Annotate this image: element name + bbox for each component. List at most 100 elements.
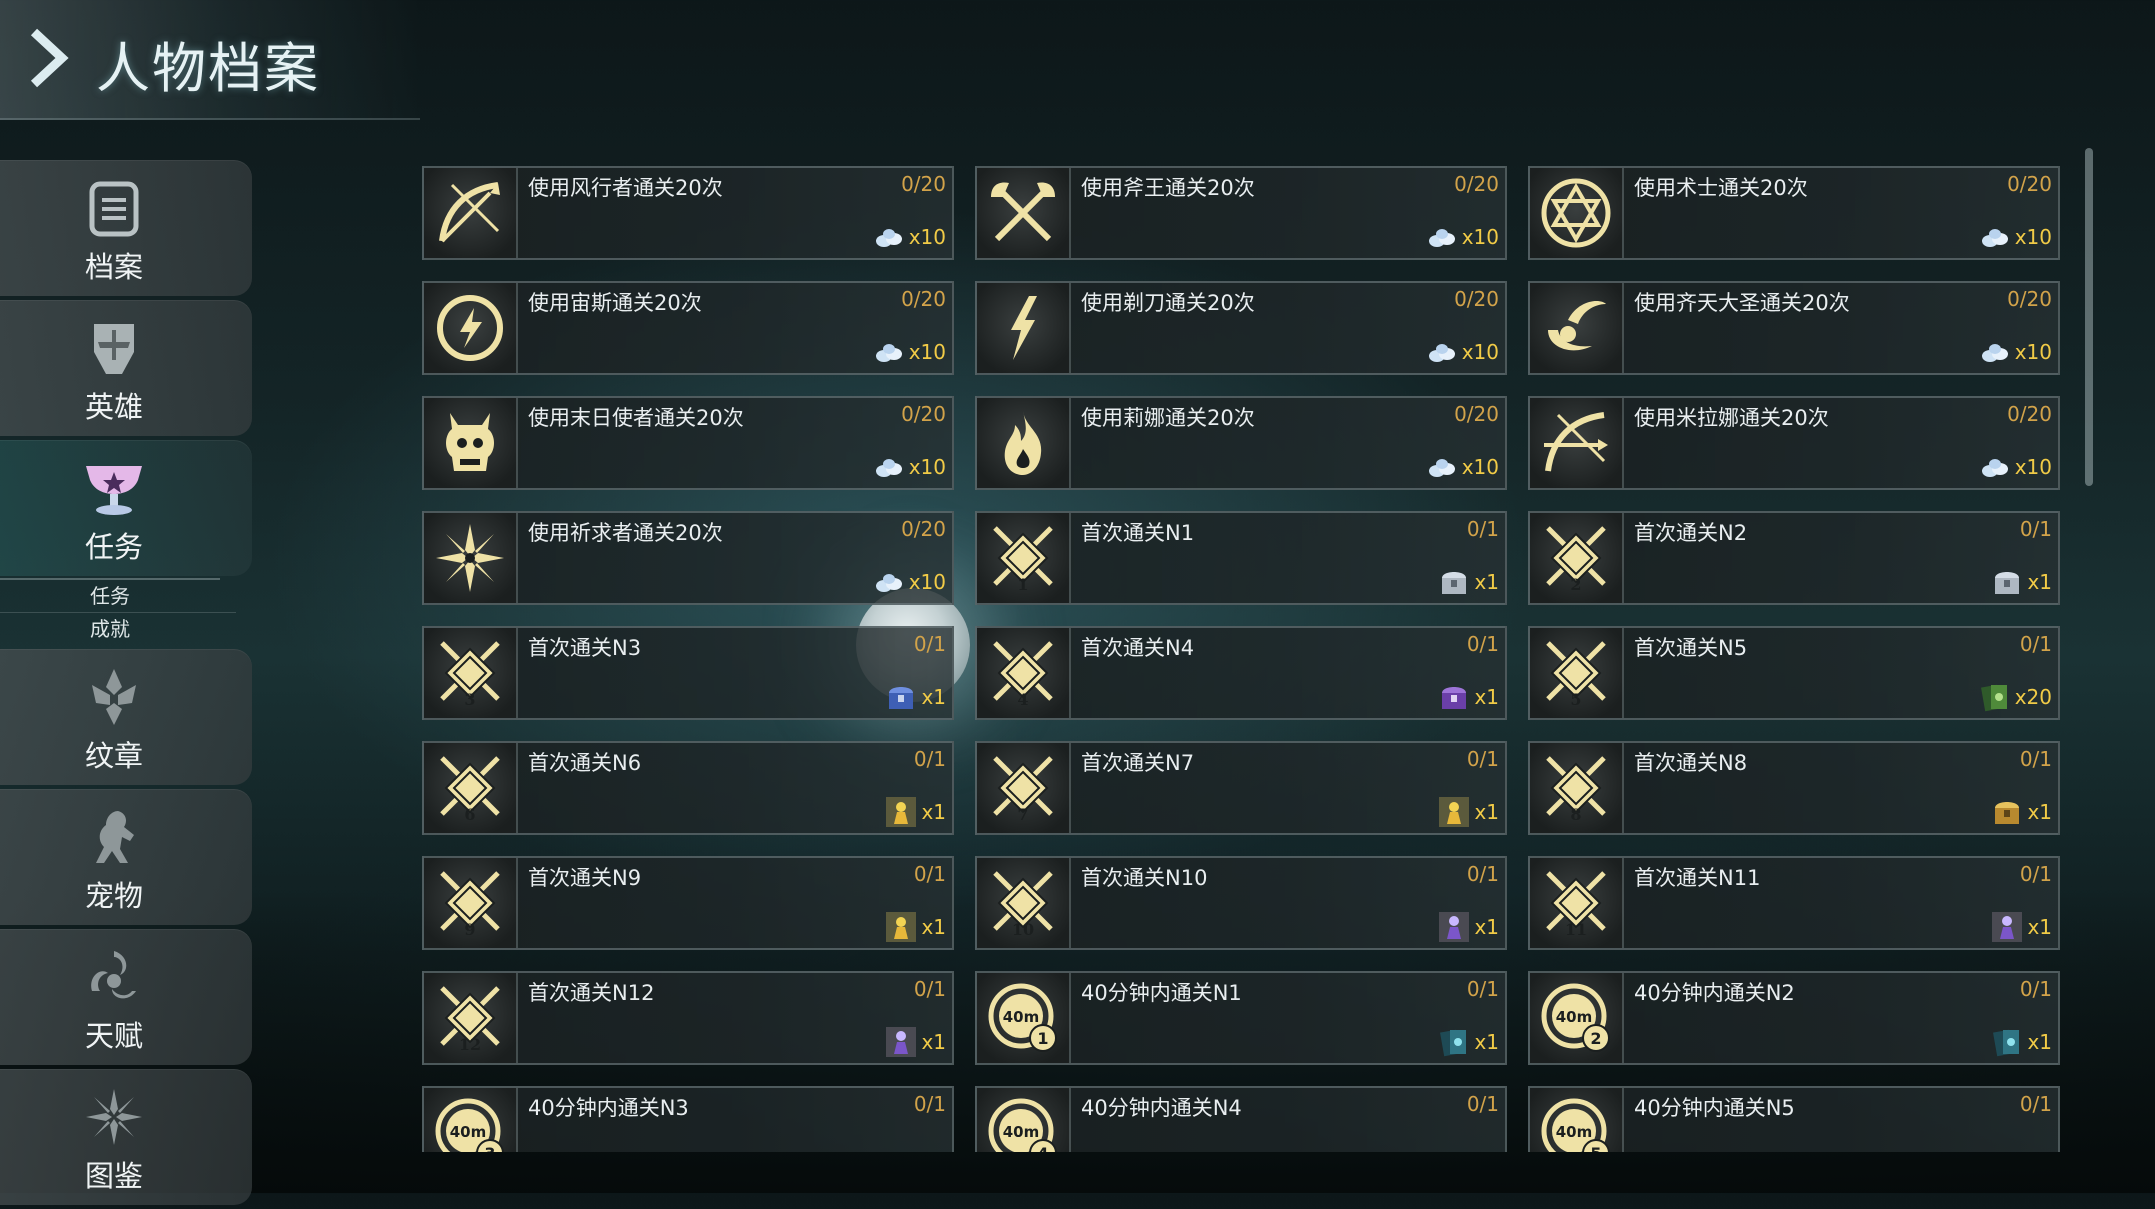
task-card[interactable]: 12 首次通关N12 0/1 x1 (422, 971, 954, 1065)
task-title: 首次通关N9 (528, 866, 642, 890)
task-progress: 0/1 (1466, 1092, 1499, 1116)
task-card[interactable]: 11 首次通关N11 0/1 x1 (1528, 856, 2060, 950)
crossed-swords-badge-icon: 1 (993, 526, 1053, 594)
task-title: 40分钟内通关N4 (1081, 1096, 1242, 1120)
chest-blue-icon (889, 687, 914, 709)
sidebar-item-label: 纹章 (84, 739, 143, 773)
task-progress: 0/20 (2007, 402, 2052, 426)
task-progress: 0/1 (913, 747, 946, 771)
stage-emblem: 9 (424, 858, 518, 948)
task-progress: 0/20 (2007, 287, 2052, 311)
task-card[interactable]: 6 首次通关N6 0/1 x1 (422, 741, 954, 835)
hero-emblem (977, 168, 1071, 258)
task-title: 首次通关N1 (1081, 521, 1195, 545)
sidebar-item-talents[interactable]: 天赋 (0, 929, 252, 1065)
starburst-icon (436, 524, 504, 592)
reward-qty: x1 (1474, 800, 1499, 824)
reward-qty: x10 (908, 455, 946, 479)
sidebar-item-heroes[interactable]: 英雄 (0, 300, 252, 436)
task-card[interactable]: 8 首次通关N8 0/1 x1 (1528, 741, 2060, 835)
reward-qty: x1 (2027, 800, 2052, 824)
sidebar-item-tasks[interactable]: 任务 (0, 440, 252, 576)
task-card[interactable]: 40m 5 40分钟内通关N5 0/1 (1528, 1086, 2060, 1152)
task-card[interactable]: 40m 1 40分钟内通关N1 0/1 x1 (975, 971, 1507, 1065)
stage-number: 3 (464, 690, 475, 709)
sidebar-item-label: 任务 (84, 530, 143, 564)
gem-pile-icon (875, 229, 902, 247)
task-card[interactable]: 40m 2 40分钟内通关N2 0/1 x1 (1528, 971, 2060, 1065)
task-card[interactable]: 使用齐天大圣通关20次 0/20 x10 (1528, 281, 2060, 375)
task-card[interactable]: 使用末日使者通关20次 0/20 x10 (422, 396, 954, 490)
stage-emblem: 6 (424, 743, 518, 833)
hero-emblem (1530, 168, 1624, 258)
chest-purple-icon (1442, 687, 1467, 709)
task-card[interactable]: 9 首次通关N9 0/1 x1 (422, 856, 954, 950)
task-card[interactable]: 4 首次通关N4 0/1 x1 (975, 626, 1507, 720)
reward-qty: x10 (908, 340, 946, 364)
sidebar-item-emblems[interactable]: 纹章 (0, 649, 252, 785)
task-card[interactable]: 5 首次通关N5 0/1 x20 (1528, 626, 2060, 720)
task-title: 首次通关N3 (528, 636, 642, 660)
task-reward: x1 (1991, 566, 2052, 598)
task-reward: x1 (1438, 911, 1499, 943)
task-progress: 0/1 (2019, 632, 2052, 656)
task-progress: 0/1 (1466, 977, 1499, 1001)
task-card[interactable]: 1 首次通关N1 0/1 x1 (975, 511, 1507, 605)
task-progress: 0/20 (1454, 172, 1499, 196)
task-reward: x1 (1991, 911, 2052, 943)
task-card[interactable]: 40m 4 40分钟内通关N4 0/1 (975, 1086, 1507, 1152)
task-title: 使用风行者通关20次 (528, 176, 723, 200)
task-title: 首次通关N4 (1081, 636, 1195, 660)
task-card[interactable]: 10 首次通关N10 0/1 x1 (975, 856, 1507, 950)
stage-number: 9 (464, 920, 475, 939)
sidebar-item-codex[interactable]: 图鉴 (0, 1069, 252, 1205)
task-card[interactable]: 使用米拉娜通关20次 0/20 x10 (1528, 396, 2060, 490)
task-card[interactable]: 3 首次通关N3 0/1 x1 (422, 626, 954, 720)
task-card[interactable]: 使用术士通关20次 0/20 x10 (1528, 166, 2060, 260)
task-progress: 0/20 (901, 172, 946, 196)
emblem-icon (92, 669, 136, 725)
timer-label: 40m (1003, 1008, 1040, 1026)
gem-pile-icon (1981, 459, 2008, 477)
back-button[interactable] (26, 26, 72, 90)
sidebar: 档案 英雄 任务 任务 成就 纹章 宠物 天赋 图鉴 (0, 160, 254, 1209)
task-reward: x10 (1426, 336, 1499, 368)
subtab-achievements[interactable]: 成就 (0, 613, 220, 645)
task-reward: x1 (885, 681, 946, 713)
crossed-swords-badge-icon: 8 (1546, 756, 1606, 824)
task-card[interactable]: 40m 3 40分钟内通关N3 0/1 (422, 1086, 954, 1152)
card-teal-icon (1440, 1029, 1467, 1057)
sidebar-item-pets[interactable]: 宠物 (0, 789, 252, 925)
reward-qty: x1 (921, 685, 946, 709)
task-progress: 0/20 (1454, 402, 1499, 426)
task-card[interactable]: 使用剃刀通关20次 0/20 x10 (975, 281, 1507, 375)
task-reward: x1 (1991, 1026, 2052, 1058)
task-reward: x10 (1979, 451, 2052, 483)
page-title: 人物档案 (96, 37, 320, 100)
tasks-subnav: 任务 成就 (0, 578, 236, 645)
task-progress: 0/1 (2019, 747, 2052, 771)
task-card[interactable]: 使用斧王通关20次 0/20 x10 (975, 166, 1507, 260)
task-card[interactable]: 使用宙斯通关20次 0/20 x10 (422, 281, 954, 375)
task-card[interactable]: 2 首次通关N2 0/1 x1 (1528, 511, 2060, 605)
reward-qty: x1 (1474, 1030, 1499, 1054)
task-progress: 0/20 (901, 402, 946, 426)
task-title: 使用莉娜通关20次 (1081, 406, 1255, 430)
pet-icon (96, 811, 134, 863)
reward-qty: x1 (921, 800, 946, 824)
task-title: 首次通关N11 (1634, 866, 1761, 890)
razor-bolt-icon (1011, 296, 1037, 360)
subtab-tasks[interactable]: 任务 (0, 578, 220, 612)
stage-emblem: 40m 3 (424, 1088, 518, 1152)
task-card[interactable]: 使用祈求者通关20次 0/20 x10 (422, 511, 954, 605)
task-card[interactable]: 7 首次通关N7 0/1 x1 (975, 741, 1507, 835)
task-card[interactable]: 使用莉娜通关20次 0/20 x10 (975, 396, 1507, 490)
sidebar-item-profile[interactable]: 档案 (0, 160, 252, 296)
timer-label: 40m (1556, 1123, 1593, 1141)
scrollbar[interactable] (2085, 148, 2093, 486)
stage-emblem: 8 (1530, 743, 1624, 833)
timer-label: 40m (1003, 1123, 1040, 1141)
crossed-swords-badge-icon: 3 (440, 641, 500, 709)
task-card[interactable]: 使用风行者通关20次 0/20 x10 (422, 166, 954, 260)
reward-qty: x1 (921, 915, 946, 939)
